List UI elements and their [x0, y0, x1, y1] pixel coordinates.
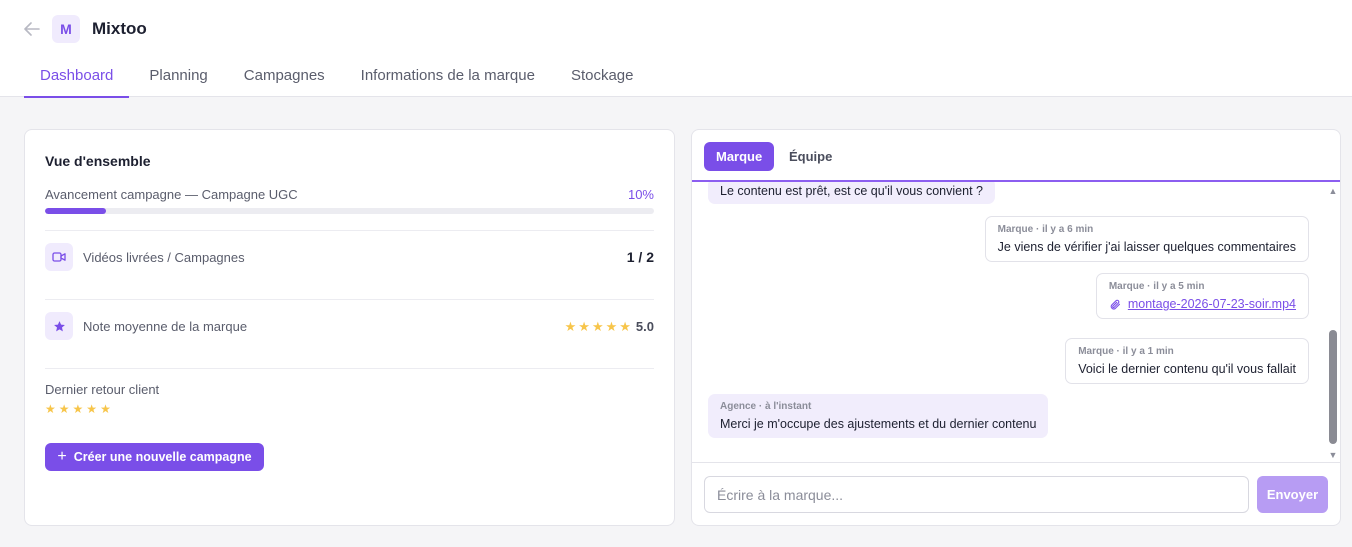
top-bar: M Mixtoo Dashboard Planning Campagnes In…: [0, 0, 1352, 98]
main-tabs: Dashboard Planning Campagnes Information…: [24, 58, 653, 98]
send-button[interactable]: Envoyer: [1257, 476, 1328, 513]
chat-card: Marque Équipe Le contenu est prêt, est c…: [691, 129, 1341, 526]
message-composer: Envoyer: [692, 462, 1340, 525]
attachment-filename: montage-2026-07-23-soir.mp4: [1127, 297, 1296, 311]
message-meta: Agence · à l'instant: [720, 401, 812, 412]
star-icon: ★: [86, 402, 98, 416]
star-icon: ★: [45, 402, 56, 416]
tab-planning[interactable]: Planning: [133, 58, 223, 97]
progress-bar-fill: [45, 208, 106, 214]
rating-value: 5.0: [635, 319, 654, 334]
star-icon: ★: [605, 319, 618, 334]
create-campaign-button[interactable]: + Créer une nouvelle campagne: [45, 443, 264, 471]
progress-bar: [45, 208, 654, 214]
star-icon: ★: [72, 402, 84, 416]
feedback-stars: ★ ★ ★ ★ ★: [45, 403, 114, 415]
star-icon: ★: [619, 319, 631, 334]
brand-avatar: M: [52, 15, 80, 43]
message-brand: Marque · il y a 6 min Je viens de vérifi…: [984, 216, 1309, 262]
message-text: Je viens de vérifier j'ai laisser quelqu…: [997, 240, 1296, 254]
chat-tab-equipe[interactable]: Équipe: [777, 142, 844, 171]
message-agency: Le contenu est prêt, est ce qu'il vous c…: [708, 182, 995, 204]
tab-campagnes[interactable]: Campagnes: [228, 58, 341, 97]
chat-scrollbar[interactable]: ▲ ▼: [1328, 186, 1338, 460]
videos-label: Vidéos livrées / Campagnes: [83, 250, 245, 265]
message-text: Voici le dernier contenu qu'il vous fall…: [1078, 362, 1296, 376]
divider: [45, 368, 654, 369]
message-meta: Marque · il y a 1 min: [1078, 346, 1174, 357]
star-icon: ★: [578, 319, 590, 334]
tab-stockage[interactable]: Stockage: [555, 58, 650, 97]
star-icon: [45, 312, 73, 340]
overview-title: Vue d'ensemble: [45, 153, 151, 169]
brand-name: Mixtoo: [92, 19, 147, 38]
progress-percent: 10%: [627, 187, 654, 202]
attachment-link[interactable]: montage-2026-07-23-soir.mp4: [1109, 297, 1296, 311]
scroll-down-icon[interactable]: ▼: [1328, 450, 1338, 460]
tab-informations-marque[interactable]: Informations de la marque: [345, 58, 551, 97]
star-icon: ★: [100, 402, 111, 416]
videos-value: 1 / 2: [626, 249, 654, 265]
progress-label: Avancement campagne — Campagne UGC: [45, 187, 298, 202]
message-brand: Marque · il y a 1 min Voici le dernier c…: [1065, 338, 1309, 384]
divider: [45, 299, 654, 300]
divider: [45, 230, 654, 231]
message-meta: Marque · il y a 6 min: [997, 224, 1094, 235]
message-text: Merci je m'occupe des ajustements et du …: [720, 417, 1037, 431]
video-camera-icon: [45, 243, 73, 271]
rating-display: ★ ★ ★ ★ ★ 5.0: [563, 319, 654, 334]
star-icon: ★: [591, 319, 604, 334]
feedback-label: Dernier retour client: [45, 382, 160, 397]
message-text: Le contenu est prêt, est ce qu'il vous c…: [720, 184, 983, 198]
paperclip-icon: [1110, 299, 1120, 310]
rating-label: Note moyenne de la marque: [83, 319, 248, 334]
plus-icon: +: [57, 448, 67, 465]
message-list[interactable]: Le contenu est prêt, est ce qu'il vous c…: [692, 182, 1340, 462]
scroll-up-icon[interactable]: ▲: [1328, 186, 1338, 196]
message-brand: Marque · il y a 5 min montage-2026-07-23…: [1095, 273, 1309, 319]
create-campaign-label: Créer une nouvelle campagne: [73, 450, 252, 464]
star-icon: ★: [564, 319, 577, 334]
overview-card: Vue d'ensemble Avancement campagne — Cam…: [24, 129, 675, 526]
arrow-left-icon[interactable]: [22, 19, 42, 39]
chat-tabs: Marque Équipe: [692, 130, 1340, 182]
message-input[interactable]: [704, 476, 1249, 513]
star-icon: ★: [58, 402, 70, 416]
tab-dashboard[interactable]: Dashboard: [24, 58, 130, 98]
chat-tab-marque[interactable]: Marque: [704, 142, 775, 171]
message-meta: Marque · il y a 5 min: [1108, 281, 1205, 292]
scroll-thumb[interactable]: [1329, 330, 1337, 444]
message-agency: Agence · à l'instant Merci je m'occupe d…: [708, 394, 1049, 438]
